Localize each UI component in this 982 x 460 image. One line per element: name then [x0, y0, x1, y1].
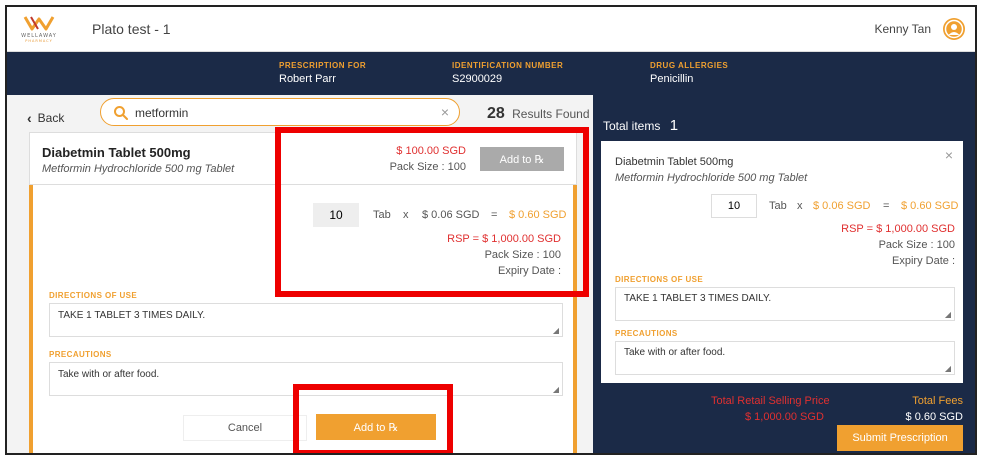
chevron-left-icon: ‹ — [27, 110, 32, 126]
detail-pack-size: Pack Size : 100 — [484, 249, 561, 261]
medication-price: $ 100.00 SGD — [396, 145, 466, 157]
drug-allergies-value: Penicillin — [650, 73, 694, 85]
quantity-input[interactable] — [313, 203, 359, 227]
cart-pack-size: Pack Size : 100 — [878, 239, 955, 251]
drug-allergies-label: DRUG ALLERGIES — [650, 61, 729, 70]
user-avatar-icon[interactable] — [943, 18, 965, 40]
search-input[interactable] — [135, 104, 425, 122]
prescription-for-label: PRESCRIPTION FOR — [279, 61, 367, 70]
cart-directions-textarea[interactable]: TAKE 1 TABLET 3 TIMES DAILY. ◢ — [615, 287, 955, 321]
cart-subtotal: $ 0.60 SGD — [901, 200, 959, 212]
back-button[interactable]: ‹ Back — [27, 110, 64, 126]
total-items-count: 1 — [669, 117, 679, 134]
prescription-for-value: Robert Parr — [279, 73, 336, 85]
resize-grip-icon[interactable]: ◢ — [945, 364, 951, 373]
medication-result-card[interactable]: Diabetmin Tablet 500mg Metformin Hydroch… — [29, 132, 577, 185]
add-to-rx-button-disabled[interactable]: Add to ℞ — [480, 147, 564, 171]
cart-equals-sign: = — [883, 200, 890, 212]
logo-subtext: PHARMACY — [25, 39, 53, 43]
identification-number-label: IDENTIFICATION NUMBER — [452, 61, 564, 70]
submit-prescription-button[interactable]: Submit Prescription — [837, 425, 963, 451]
add-to-rx-button[interactable]: Add to ℞ — [316, 414, 436, 440]
resize-grip-icon[interactable]: ◢ — [553, 385, 559, 394]
remove-item-icon[interactable]: × — [945, 147, 953, 163]
directions-text: TAKE 1 TABLET 3 TIMES DAILY. — [58, 310, 206, 321]
cart-precautions-label: PRECAUTIONS — [615, 329, 678, 338]
medication-detail-panel: Tab x $ 0.06 SGD = $ 0.60 SGD RSP = $ 1,… — [29, 185, 577, 453]
directions-label: DIRECTIONS OF USE — [49, 291, 138, 300]
equals-sign: = — [491, 209, 498, 221]
precautions-label: PRECAUTIONS — [49, 350, 112, 359]
cart-item-name: Diabetmin Tablet 500mg — [615, 156, 734, 168]
results-count: 28 — [487, 105, 505, 122]
cancel-button[interactable]: Cancel — [183, 415, 307, 441]
resize-grip-icon[interactable]: ◢ — [945, 310, 951, 319]
patient-info-bar: PRESCRIPTION FOR Robert Parr IDENTIFICAT… — [7, 52, 975, 95]
total-fees-value: $ 0.60 SGD — [905, 411, 963, 423]
cart-directions-text: TAKE 1 TABLET 3 TIMES DAILY. — [624, 293, 772, 304]
user-name[interactable]: Kenny Tan — [875, 22, 932, 36]
medication-pack-size: Pack Size : 100 — [389, 161, 466, 173]
cart-unit-label: Tab — [769, 200, 787, 212]
identification-number-value: S2900029 — [452, 73, 503, 85]
cart-unit-price: $ 0.06 SGD — [813, 200, 871, 212]
medication-name: Diabetmin Tablet 500mg — [42, 145, 191, 160]
total-items: Total items 1 — [603, 117, 678, 134]
cart-times-sign: x — [797, 200, 803, 212]
total-items-label: Total items — [603, 119, 661, 133]
top-bar: WELLAWAY PHARMACY Plato test - 1 Kenny T… — [7, 7, 975, 52]
cart-rsp-value: RSP = $ 1,000.00 SGD — [841, 223, 955, 235]
identification-number: IDENTIFICATION NUMBER S2900029 — [452, 61, 563, 85]
total-fees-label: Total Fees — [912, 395, 963, 407]
results-found: 28 Results Found — [487, 105, 590, 123]
drug-allergies: DRUG ALLERGIES Penicillin — [650, 61, 728, 85]
cart-precautions-textarea[interactable]: Take with or after food. ◢ — [615, 341, 955, 375]
cart-expiry-date: Expiry Date : — [892, 255, 955, 267]
total-rsp-value: $ 1,000.00 SGD — [745, 411, 824, 423]
wellaway-logo: WELLAWAY PHARMACY — [17, 13, 61, 45]
subtotal: $ 0.60 SGD — [509, 209, 567, 221]
results-label: Results Found — [512, 107, 590, 121]
cart-item-card: × Diabetmin Tablet 500mg Metformin Hydro… — [601, 141, 963, 383]
expiry-date: Expiry Date : — [498, 265, 561, 277]
cart-directions-label: DIRECTIONS OF USE — [615, 275, 704, 284]
precautions-textarea[interactable]: Take with or after food. ◢ — [49, 362, 563, 396]
resize-grip-icon[interactable]: ◢ — [553, 326, 559, 335]
medication-description: Metformin Hydrochloride 500 mg Tablet — [42, 163, 235, 175]
app-frame: WELLAWAY PHARMACY Plato test - 1 Kenny T… — [5, 5, 977, 455]
unit-label: Tab — [373, 209, 391, 221]
cart-panel: Total items 1 × Diabetmin Tablet 500mg M… — [593, 95, 975, 453]
cart-item-description: Metformin Hydrochloride 500 mg Tablet — [615, 172, 808, 184]
cart-precautions-text: Take with or after food. — [624, 347, 726, 358]
precautions-text: Take with or after food. — [58, 369, 160, 380]
times-sign: x — [403, 209, 409, 221]
search-box: × — [100, 98, 460, 126]
clear-search-icon[interactable]: × — [441, 104, 449, 120]
back-label: Back — [37, 111, 65, 125]
page-title: Plato test - 1 — [92, 21, 171, 37]
rsp-value: RSP = $ 1,000.00 SGD — [447, 233, 561, 245]
search-icon — [114, 106, 128, 120]
cart-quantity-input[interactable] — [711, 194, 757, 218]
total-rsp-label: Total Retail Selling Price — [711, 395, 830, 407]
directions-textarea[interactable]: TAKE 1 TABLET 3 TIMES DAILY. ◢ — [49, 303, 563, 337]
unit-price: $ 0.06 SGD — [422, 209, 480, 221]
prescription-for: PRESCRIPTION FOR Robert Parr — [279, 61, 366, 85]
